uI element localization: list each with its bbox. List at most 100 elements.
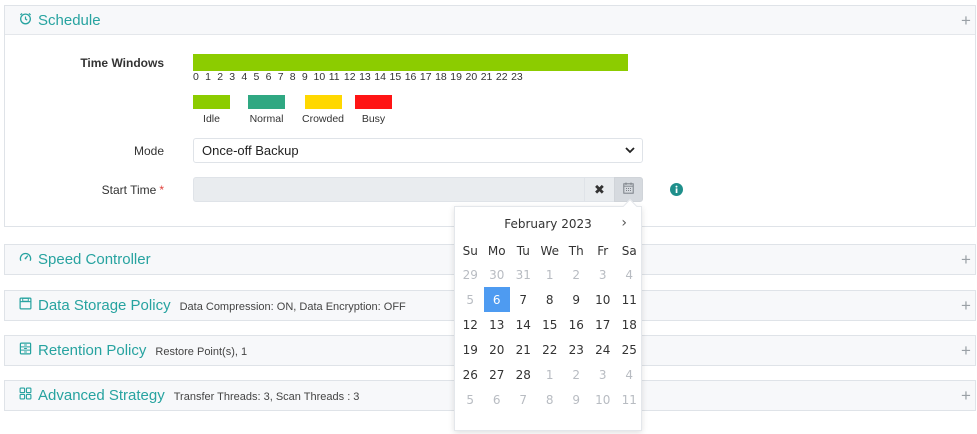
weekday-header: Mo: [487, 244, 506, 258]
hour-tick-label: 21: [480, 71, 493, 83]
day-cell[interactable]: 21: [510, 337, 537, 362]
day-cell[interactable]: 3: [590, 362, 617, 387]
day-cell[interactable]: 29: [457, 262, 484, 287]
day-cell[interactable]: 22: [537, 337, 564, 362]
day-cell[interactable]: 25: [616, 337, 643, 362]
day-cell[interactable]: 5: [457, 287, 484, 312]
day-cell[interactable]: 8: [537, 387, 564, 412]
schedule-title-text: Schedule: [38, 11, 101, 29]
day-cell[interactable]: 4: [616, 262, 643, 287]
day-cell[interactable]: 11: [616, 287, 643, 312]
hour-tick-label: 20: [465, 71, 478, 83]
retention-policy-summary: Restore Point(s), 1: [155, 345, 248, 358]
time-windows-bar[interactable]: [193, 54, 628, 71]
hour-tick-label: 1: [205, 71, 211, 83]
day-cell[interactable]: 23: [563, 337, 590, 362]
hour-tick-label: 12: [343, 71, 356, 83]
day-cell[interactable]: 10: [590, 387, 617, 412]
day-cell[interactable]: 3: [590, 262, 617, 287]
legend-crowded-swatch: [304, 95, 342, 109]
hour-tick-label: 19: [450, 71, 462, 83]
day-cell[interactable]: 7: [510, 387, 537, 412]
day-cell[interactable]: 24: [590, 337, 617, 362]
hour-tick-label: 16: [404, 71, 417, 83]
legend-idle: Idle: [193, 95, 230, 125]
legend-busy: Busy: [355, 95, 392, 125]
data-storage-policy-summary: Data Compression: ON, Data Encryption: O…: [179, 300, 406, 313]
hour-tick-label: 10: [313, 71, 326, 83]
start-time-input[interactable]: [193, 177, 585, 202]
day-cell[interactable]: 11: [616, 387, 643, 412]
legend-busy-swatch: [355, 95, 392, 109]
hour-tick-label: 11: [328, 71, 340, 83]
legend-crowded-label: Crowded: [301, 113, 345, 125]
expand-advanced-strategy-icon[interactable]: +: [957, 386, 975, 406]
day-cell[interactable]: 13: [484, 312, 511, 337]
day-cell[interactable]: 15: [537, 312, 564, 337]
grid-apps-icon: [19, 387, 38, 404]
mode-select[interactable]: Once-off Backup: [193, 138, 643, 163]
mode-label: Mode: [133, 144, 164, 158]
retention-policy-title: Retention Policy: [19, 342, 146, 359]
next-month-icon[interactable]: ›: [621, 215, 627, 231]
day-cell[interactable]: 28: [510, 362, 537, 387]
calendar-button[interactable]: [614, 177, 643, 202]
hour-tick-label: 22: [495, 71, 508, 83]
day-cell[interactable]: 5: [457, 387, 484, 412]
weekday-header: We: [540, 244, 560, 258]
day-cell[interactable]: 16: [563, 312, 590, 337]
weekday-header: Th: [568, 244, 584, 258]
datepicker-month-label[interactable]: February 2023: [504, 217, 592, 231]
day-cell[interactable]: 9: [563, 287, 590, 312]
mode-select-value: Once-off Backup: [202, 143, 299, 158]
clear-start-time-button[interactable]: ✖: [585, 177, 614, 202]
schedule-header[interactable]: Schedule +: [5, 6, 975, 35]
hour-tick-label: 8: [289, 71, 296, 83]
day-cell[interactable]: 31: [510, 262, 537, 287]
data-storage-policy-title-text: Data Storage Policy: [38, 297, 171, 314]
day-cell[interactable]: 14: [510, 312, 537, 337]
weekday-header: Tu: [516, 244, 530, 258]
day-cell[interactable]: 20: [484, 337, 511, 362]
expand-retention-policy-icon[interactable]: +: [957, 341, 975, 361]
expand-schedule-icon[interactable]: +: [957, 11, 975, 31]
required-marker: *: [159, 183, 164, 197]
legend-crowded: Crowded: [297, 95, 349, 125]
day-cell[interactable]: 6: [484, 387, 511, 412]
datepicker-popup: February 2023 › Su Mo Tu We Th Fr Sa 29 30 31 1 2 3 4…: [454, 198, 643, 431]
day-cell[interactable]: 19: [457, 337, 484, 362]
advanced-strategy-title-text: Advanced Strategy: [38, 387, 165, 404]
legend-normal-label: Normal: [249, 113, 284, 125]
day-cell[interactable]: 8: [537, 287, 564, 312]
day-cell[interactable]: 30: [484, 262, 511, 287]
day-cell[interactable]: 1: [537, 262, 564, 287]
weekday-header: Sa: [621, 244, 637, 258]
day-cell[interactable]: 27: [484, 362, 511, 387]
speed-controller-title-text: Speed Controller: [38, 251, 151, 268]
speed-controller-title: Speed Controller: [19, 251, 151, 268]
legend-busy-label: Busy: [361, 113, 386, 125]
start-time-label: Start Time *: [4, 183, 164, 197]
time-windows-hour-ticks: 0 1 2 3 4 5 6 7 8 9 10 11 12 13 14 15 16 17 18 19 20 21 22 23: [193, 71, 633, 85]
day-cell[interactable]: 12: [457, 312, 484, 337]
day-cell[interactable]: 7: [510, 287, 537, 312]
alarm-clock-icon: [19, 12, 38, 29]
hour-tick-label: 13: [359, 71, 371, 83]
expand-data-storage-policy-icon[interactable]: +: [957, 296, 975, 316]
day-cell[interactable]: 18: [616, 312, 643, 337]
day-cell[interactable]: 10: [590, 287, 617, 312]
day-cell[interactable]: 4: [616, 362, 643, 387]
day-cell[interactable]: 2: [563, 262, 590, 287]
info-icon[interactable]: [670, 183, 683, 199]
day-cell[interactable]: 26: [457, 362, 484, 387]
hour-tick-label: 18: [435, 71, 447, 83]
day-cell[interactable]: 17: [590, 312, 617, 337]
expand-speed-controller-icon[interactable]: +: [957, 250, 975, 270]
selected-day-cell[interactable]: 6: [483, 287, 510, 312]
day-cell[interactable]: 2: [563, 362, 590, 387]
hour-tick-label: 9: [301, 71, 308, 83]
day-cell[interactable]: 1: [537, 362, 564, 387]
schedule-title: Schedule: [19, 12, 101, 29]
day-cell[interactable]: 9: [563, 387, 590, 412]
hour-tick-label: 0: [193, 71, 199, 83]
